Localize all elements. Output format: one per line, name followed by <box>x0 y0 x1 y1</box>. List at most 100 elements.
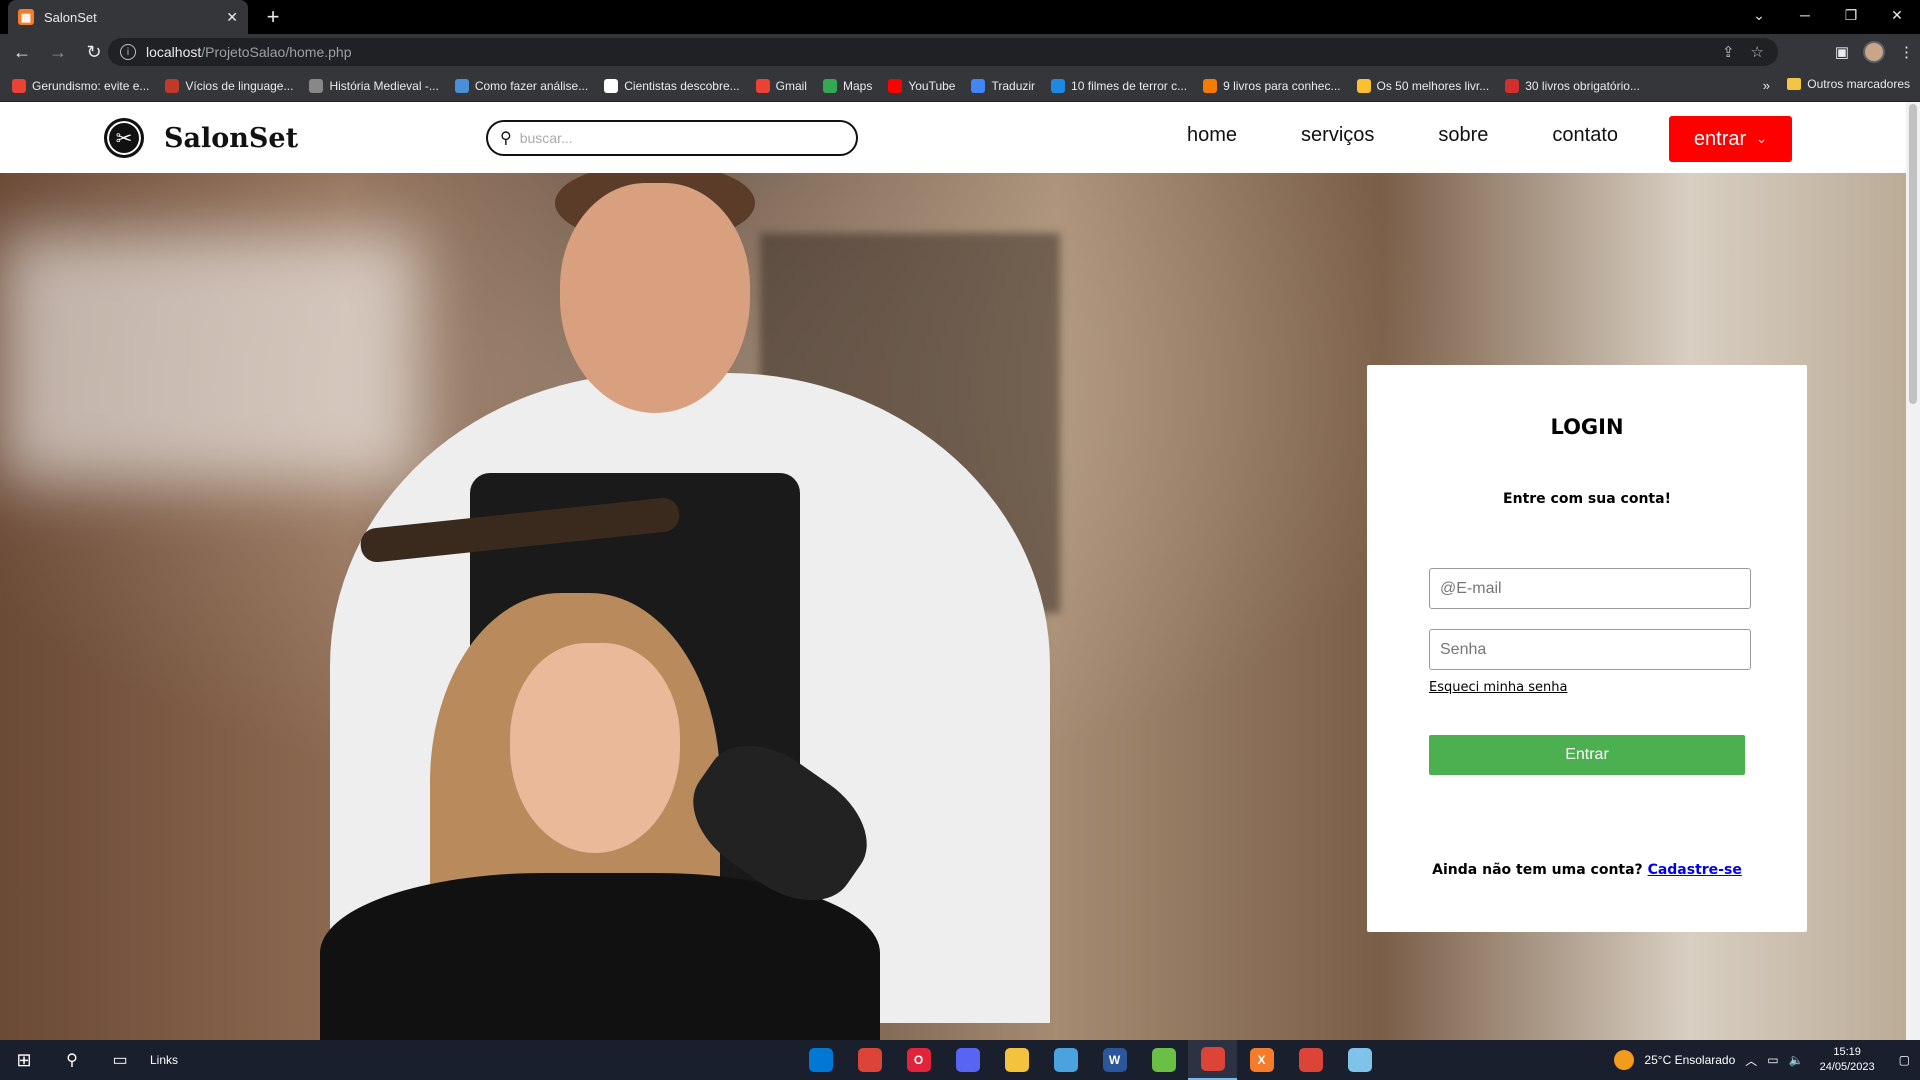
main-nav: home serviços sobre contato <box>1187 124 1682 147</box>
taskbar-app[interactable] <box>943 1040 992 1080</box>
bookmark-favicon-icon <box>454 78 469 93</box>
folder-icon <box>1787 78 1802 90</box>
bookmark-favicon-icon <box>755 78 770 93</box>
search-taskbar-icon[interactable]: ⚲ <box>48 1040 96 1080</box>
profile-avatar[interactable] <box>1863 41 1885 63</box>
login-subtitle: Entre com sua conta! <box>1503 491 1671 507</box>
bookmark-favicon-icon <box>1203 78 1218 93</box>
bookmark-item[interactable]: YouTube <box>888 78 956 93</box>
other-bookmarks-label: Outros marcadores <box>1807 77 1910 91</box>
xampp-icon: X <box>1249 1048 1274 1072</box>
chrome-profile2-icon <box>1298 1048 1323 1072</box>
clock-time: 15:19 <box>1833 1046 1861 1058</box>
taskbar-app[interactable] <box>1286 1040 1335 1080</box>
store-icon <box>1053 1048 1078 1072</box>
browser-tab-bar: ▦ SalonSet ✕ + ⌄ ─ ❐ ✕ <box>0 0 1920 34</box>
bookmark-favicon-icon <box>1505 78 1520 93</box>
taskbar-app[interactable]: O <box>894 1040 943 1080</box>
site-info-icon[interactable]: i <box>120 44 136 60</box>
search-input[interactable] <box>519 130 820 146</box>
forgot-password-link[interactable]: Esqueci minha senha <box>1429 680 1567 695</box>
url-path: /ProjetoSalao/home.php <box>201 44 352 60</box>
clock[interactable]: 15:19 24/05/2023 <box>1820 1045 1875 1075</box>
window-controls: ⌄ ─ ❐ ✕ <box>1736 0 1920 30</box>
bookmark-item[interactable]: Cientistas descobre... <box>604 78 740 93</box>
page-scrollbar[interactable] <box>1906 102 1920 1040</box>
close-tab-icon[interactable]: ✕ <box>226 9 238 26</box>
browser-toolbar: ← → ↻ i localhost/ProjetoSalao/home.php … <box>0 34 1920 70</box>
word-icon: W <box>1102 1048 1127 1072</box>
nav-sobre[interactable]: sobre <box>1438 124 1488 147</box>
nav-contato[interactable]: contato <box>1552 124 1618 147</box>
bookmark-item[interactable]: 10 filmes de terror c... <box>1051 78 1187 93</box>
opera-icon: O <box>906 1048 931 1072</box>
nav-home[interactable]: home <box>1187 124 1237 147</box>
notifications-icon[interactable]: ▢ <box>1899 1053 1910 1067</box>
network-icon[interactable]: ▭ <box>1767 1053 1778 1067</box>
bookmark-label: 9 livros para conhec... <box>1223 78 1341 93</box>
links-toolbar[interactable]: Links <box>150 1053 178 1067</box>
bookmark-item[interactable]: 9 livros para conhec... <box>1203 78 1341 93</box>
side-panel-icon[interactable]: ▣ <box>1835 43 1849 61</box>
scrollbar-thumb[interactable] <box>1909 104 1917 404</box>
taskbar-app[interactable] <box>845 1040 894 1080</box>
bookmark-favicon-icon <box>165 78 180 93</box>
bookmark-item[interactable]: Os 50 melhores livr... <box>1356 78 1489 93</box>
taskbar-app[interactable] <box>796 1040 845 1080</box>
enter-dropdown-button[interactable]: entrar ⌄ <box>1669 116 1792 162</box>
back-icon[interactable]: ← <box>8 38 36 66</box>
nav-servicos[interactable]: serviços <box>1301 124 1374 147</box>
signup-link[interactable]: Cadastre-se <box>1648 862 1742 878</box>
taskbar-app[interactable] <box>1139 1040 1188 1080</box>
taskbar-app[interactable]: W <box>1090 1040 1139 1080</box>
taskbar-app[interactable] <box>1041 1040 1090 1080</box>
forward-icon[interactable]: → <box>44 38 72 66</box>
bookmark-item[interactable]: Como fazer análise... <box>454 78 588 93</box>
site-logo[interactable]: ✂ SalonSet <box>104 118 298 158</box>
windows-start-icon[interactable]: ⊞ <box>0 1040 48 1080</box>
tray-overflow-icon[interactable]: ︿ <box>1745 1052 1757 1069</box>
reload-icon[interactable]: ↻ <box>80 38 108 66</box>
bookmark-star-icon[interactable]: ☆ <box>1751 43 1764 61</box>
bookmark-label: YouTube <box>908 78 956 93</box>
close-window-button[interactable]: ✕ <box>1874 0 1920 30</box>
tab-search-icon[interactable]: ⌄ <box>1736 0 1782 30</box>
file-explorer-icon <box>1004 1048 1029 1072</box>
new-tab-button[interactable]: + <box>260 4 286 30</box>
bookmark-item[interactable]: Traduzir <box>971 78 1035 93</box>
bookmark-favicon-icon <box>604 78 619 93</box>
bookmarks-bar: Gerundismo: evite e... Vícios de linguage… <box>0 70 1920 102</box>
bookmark-item[interactable]: Vícios de linguage... <box>165 78 293 93</box>
bluestacks-icon <box>1151 1048 1176 1072</box>
volume-icon[interactable]: 🔈 <box>1789 1053 1804 1067</box>
bookmark-item[interactable]: Gerundismo: evite e... <box>12 78 149 93</box>
restore-button[interactable]: ❐ <box>1828 0 1874 30</box>
weather-sun-icon[interactable] <box>1614 1050 1635 1070</box>
taskbar-app[interactable] <box>992 1040 1041 1080</box>
chrome-profile-icon <box>1200 1047 1225 1071</box>
other-bookmarks-folder[interactable]: Outros marcadores <box>1787 77 1910 91</box>
taskbar-app[interactable] <box>1335 1040 1384 1080</box>
email-field[interactable] <box>1429 568 1751 609</box>
minimize-button[interactable]: ─ <box>1782 0 1828 30</box>
bookmark-favicon-icon <box>888 78 903 93</box>
password-field[interactable] <box>1429 629 1751 670</box>
taskbar-app[interactable] <box>1188 1040 1237 1080</box>
address-bar[interactable]: i localhost/ProjetoSalao/home.php ⇪ ☆ <box>108 38 1778 66</box>
weather-text[interactable]: 25°C Ensolarado <box>1644 1053 1735 1067</box>
bookmark-item[interactable]: Maps <box>822 78 872 93</box>
vscode-icon <box>808 1048 833 1072</box>
bookmarks-overflow-icon[interactable]: » <box>1763 78 1770 93</box>
bookmark-item[interactable]: História Medieval -... <box>309 78 439 93</box>
bookmark-item[interactable]: 30 livros obrigatório... <box>1505 78 1640 93</box>
login-submit-button[interactable]: Entrar <box>1429 735 1745 775</box>
signup-prompt-text: Ainda não tem uma conta? <box>1432 862 1643 878</box>
bookmark-label: 30 livros obrigatório... <box>1525 78 1640 93</box>
enter-button-label: entrar <box>1693 127 1747 150</box>
browser-tab[interactable]: ▦ SalonSet ✕ <box>8 0 248 34</box>
taskbar-app[interactable]: X <box>1237 1040 1286 1080</box>
bookmark-item[interactable]: Gmail <box>755 78 807 93</box>
menu-icon[interactable]: ⋮ <box>1899 43 1914 61</box>
task-view-icon[interactable]: ▭ <box>96 1040 144 1080</box>
share-icon[interactable]: ⇪ <box>1722 43 1735 61</box>
